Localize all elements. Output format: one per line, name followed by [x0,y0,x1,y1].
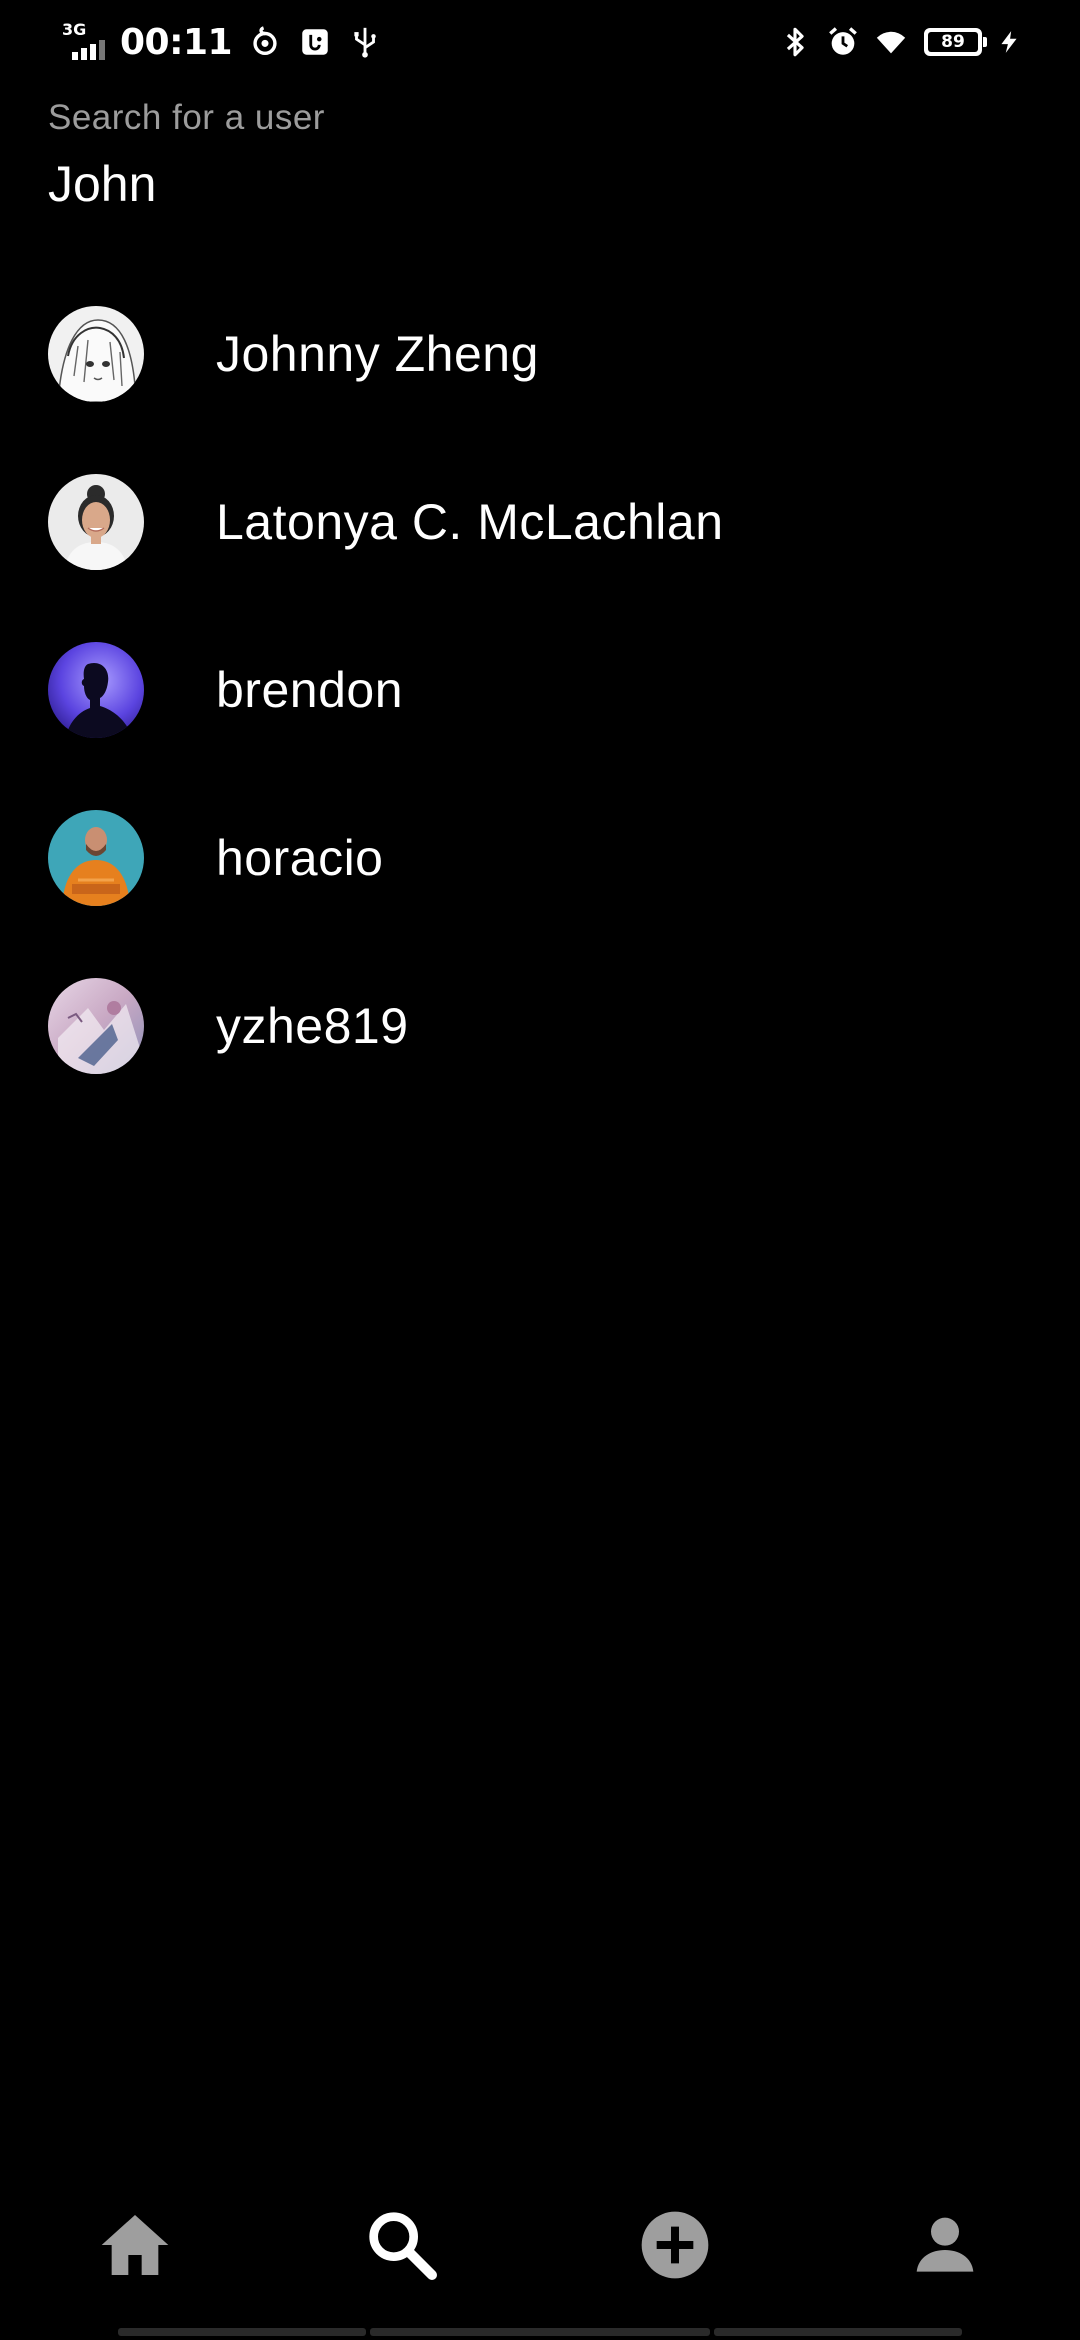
status-bar-right: 89 [764,20,1022,64]
bluetooth-icon [786,27,804,57]
signal-icon: 3G [62,20,108,62]
user-row[interactable]: horacio [0,774,1080,942]
usb-icon [354,27,376,58]
bottom-nav [0,2180,1080,2300]
user-row[interactable]: Johnny Zheng [0,270,1080,438]
clock: 00:11 [120,21,233,63]
user-row[interactable]: Latonya C. McLachlan [0,438,1080,606]
status-bar-left: 3G 00:11 [62,20,382,64]
avatar[interactable] [48,474,144,570]
user-row[interactable]: yzhe819 [0,942,1080,1110]
gesture-bar [714,2328,962,2336]
user-name[interactable]: horacio [216,829,384,887]
user-row[interactable]: brendon [0,606,1080,774]
usb-debug-icon [302,29,328,55]
user-name[interactable]: Johnny Zheng [216,325,539,383]
user-results-list: Johnny Zheng Latonya C. McLachlan brendo… [0,270,1080,1110]
network-type: 3G [62,20,87,39]
nav-home[interactable] [90,2200,180,2290]
gesture-bar [370,2328,710,2336]
battery-icon: 89 [924,28,987,56]
avatar[interactable] [48,306,144,402]
charging-icon [1001,31,1017,53]
user-name[interactable]: Latonya C. McLachlan [216,493,724,551]
avatar[interactable] [48,810,144,906]
add-circle-icon [641,2211,709,2279]
search-label: Search for a user [48,98,325,137]
avatar[interactable] [48,978,144,1074]
search-input[interactable] [48,155,948,213]
search-field[interactable]: Search for a user [48,100,1032,213]
user-name[interactable]: brendon [216,661,403,719]
gesture-bar [118,2328,366,2336]
status-bar: 3G 00:11 89 [0,0,1080,84]
home-icon [101,2215,169,2275]
user-name[interactable]: yzhe819 [216,997,409,1055]
nav-profile[interactable] [900,2200,990,2290]
avatar[interactable] [48,642,144,738]
battery-level: 89 [941,32,965,52]
search-icon [369,2212,437,2280]
nav-search[interactable] [357,2200,447,2290]
sync-icon [253,26,277,56]
alarm-icon [829,27,857,55]
profile-icon [916,2217,974,2272]
wifi-icon [876,31,906,54]
nav-add[interactable] [630,2200,720,2290]
